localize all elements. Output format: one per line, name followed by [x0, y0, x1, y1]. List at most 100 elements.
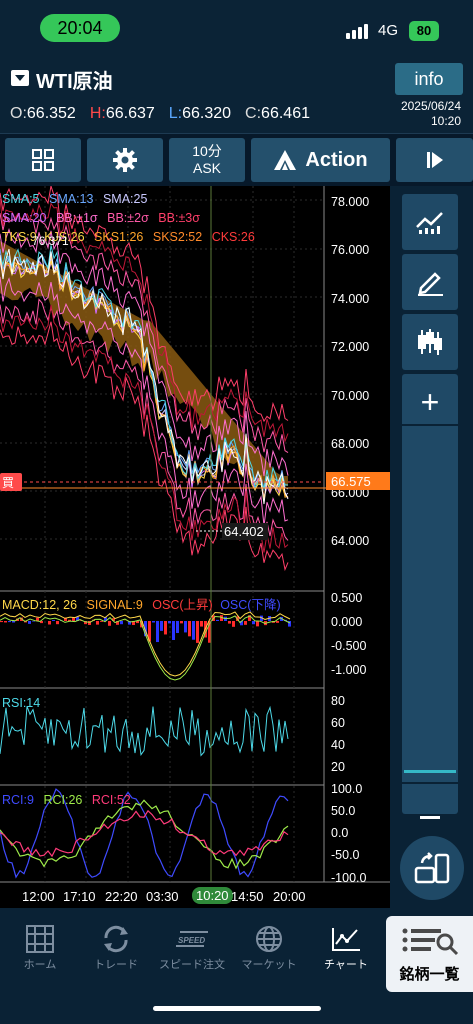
- legend-sma5: SMA:5: [2, 192, 40, 206]
- price-tick: 70.000: [331, 389, 369, 403]
- layout-grid-button[interactable]: [5, 138, 81, 182]
- rci-tick: 100.0: [331, 782, 362, 796]
- zoom-slider[interactable]: +: [402, 374, 458, 819]
- chart-toolbar: 10分 ASK Action: [0, 134, 473, 186]
- zoom-in-icon[interactable]: +: [402, 374, 458, 430]
- time-tick: 03:30: [146, 889, 179, 904]
- legend-osc-down: OSC(下降): [220, 598, 280, 612]
- settings-button[interactable]: [87, 138, 163, 182]
- rci-tick: -100.0: [331, 871, 366, 885]
- nav-speed-order[interactable]: SPEED スピード注文: [152, 922, 232, 972]
- legend-sma25: SMA:25: [103, 192, 148, 206]
- rotate-screen-button[interactable]: [400, 836, 464, 900]
- crosshair-time: 10:20: [192, 887, 233, 904]
- price-tick: 72.000: [331, 340, 369, 354]
- timeframe-button[interactable]: 10分 ASK: [169, 138, 245, 182]
- legend-bb3: BB:±3σ: [158, 211, 200, 225]
- chart-canvas[interactable]: SMA:5 SMA:13 SMA:25 SMA:20 BB:±1σ BB:±2σ…: [0, 186, 390, 886]
- bar-time: 10:20: [430, 114, 461, 128]
- dropdown-arrow-icon[interactable]: [11, 70, 29, 86]
- info-button[interactable]: info: [395, 63, 463, 95]
- high-value: 66.637: [105, 105, 155, 122]
- rsi-tick: 20: [331, 760, 345, 774]
- nav-trade[interactable]: トレード: [76, 922, 156, 972]
- legend-sks1: SKS1:26: [94, 230, 143, 244]
- rci-tick: 0.0: [331, 826, 348, 840]
- list-search-icon: [402, 928, 458, 956]
- rsi-axis: 80 60 40 20: [331, 694, 345, 774]
- line-chart-icon: [416, 212, 443, 234]
- action-label: Action: [305, 148, 368, 171]
- price-tick: 74.000: [331, 292, 369, 306]
- action-button[interactable]: Action: [251, 138, 390, 182]
- macd-axis: 0.500 0.000 -0.500 -1.000: [331, 591, 366, 677]
- indicator-button[interactable]: [402, 194, 458, 250]
- symbol-header: WTI原油 info O:66.352 H:66.637 L:66.320 C:…: [0, 56, 473, 134]
- action-logo-icon: [274, 150, 297, 170]
- open-value: 66.352: [26, 105, 76, 122]
- pencil-icon: [418, 272, 443, 296]
- legend-signal: SIGNAL:9: [87, 598, 143, 612]
- legend-rci52: RCI:52: [92, 793, 131, 807]
- legend-rsi: RSI:14: [2, 696, 40, 710]
- rci-tick: -50.0: [331, 848, 360, 862]
- legend-rci26: RCI:26: [43, 793, 82, 807]
- rsi-tick: 60: [331, 716, 345, 730]
- network-type: 4G: [378, 22, 399, 39]
- macd-tick: -0.500: [331, 639, 366, 653]
- screen-rotate-icon: [414, 852, 450, 884]
- price-tick: 68.000: [331, 437, 369, 451]
- legend-macd: MACD:12, 26: [2, 598, 77, 612]
- low-key: L:: [168, 105, 183, 122]
- cellular-signal-icon: [346, 24, 368, 39]
- nav-label: ホーム: [23, 959, 57, 971]
- high-marker: 76.371: [32, 234, 69, 248]
- chart-tools-panel: +: [390, 186, 473, 908]
- rsi-tick: 40: [331, 738, 345, 752]
- symbol-list-button[interactable]: 銘柄一覧: [386, 916, 473, 992]
- high-key: H:: [89, 105, 106, 122]
- zoom-out-icon[interactable]: [402, 769, 458, 825]
- play-forward-button[interactable]: [396, 138, 473, 182]
- svg-text:SPEED: SPEED: [178, 936, 205, 945]
- time-tick: 12:00: [22, 889, 55, 904]
- nav-home[interactable]: ホーム: [0, 922, 80, 972]
- svg-text:SMA:20 BB:±1σ BB:±: SMA:20 BB:±1σ BB:±2σ BB:±3σ: [2, 211, 200, 225]
- macd-tick: -1.000: [331, 663, 366, 677]
- home-indicator: [153, 1006, 321, 1011]
- price-tick: 64.000: [331, 534, 369, 548]
- status-bar: 20:04 4G 80: [0, 0, 473, 56]
- refresh-arrows-icon: [104, 925, 128, 953]
- rsi-tick: 80: [331, 694, 345, 708]
- battery-icon: 80: [409, 21, 439, 41]
- price-side-label: ASK: [192, 160, 221, 176]
- current-price-tag: 66.575: [331, 474, 371, 489]
- zoom-divider: [402, 424, 458, 426]
- legend-rci9: RCI:9: [2, 793, 34, 807]
- candle-type-button[interactable]: [402, 314, 458, 370]
- nav-label: チャート: [324, 959, 368, 971]
- time-axis-row: 12:00 17:10 22:20 03:30 10:20 14:50 20:0…: [0, 886, 390, 908]
- chart-area[interactable]: SMA:5 SMA:13 SMA:25 SMA:20 BB:±1σ BB:±2σ…: [0, 186, 390, 886]
- nav-market[interactable]: マーケット: [229, 922, 309, 972]
- low-value: 66.320: [182, 105, 232, 122]
- bar-date: 2025/06/24: [400, 99, 461, 113]
- buy-tag[interactable]: 買: [2, 476, 14, 490]
- candlestick-icon: [418, 329, 442, 355]
- grid-icon: [32, 149, 54, 171]
- globe-icon: [256, 926, 282, 952]
- nav-chart[interactable]: チャート: [306, 922, 386, 972]
- svg-text:RCI:9 RCI:26 RCI:5: RCI:9 RCI:26 RCI:52: [2, 793, 131, 807]
- rci-tick: 50.0: [331, 804, 355, 818]
- drawing-tool-button[interactable]: [402, 254, 458, 310]
- time-tick: 17:10: [63, 889, 96, 904]
- macd-tick: 0.500: [331, 591, 362, 605]
- skip-forward-icon: [426, 152, 443, 168]
- price-axis: 78.000 76.000 74.000 72.000 70.000 68.00…: [331, 195, 369, 548]
- time-tick: 14:50: [231, 889, 264, 904]
- legend-sma13: SMA:13: [49, 192, 94, 206]
- nav-label: スピード注文: [159, 959, 225, 971]
- status-time: 20:04: [40, 14, 120, 42]
- grid-icon: [26, 925, 54, 953]
- symbol-name[interactable]: WTI原油: [36, 65, 113, 94]
